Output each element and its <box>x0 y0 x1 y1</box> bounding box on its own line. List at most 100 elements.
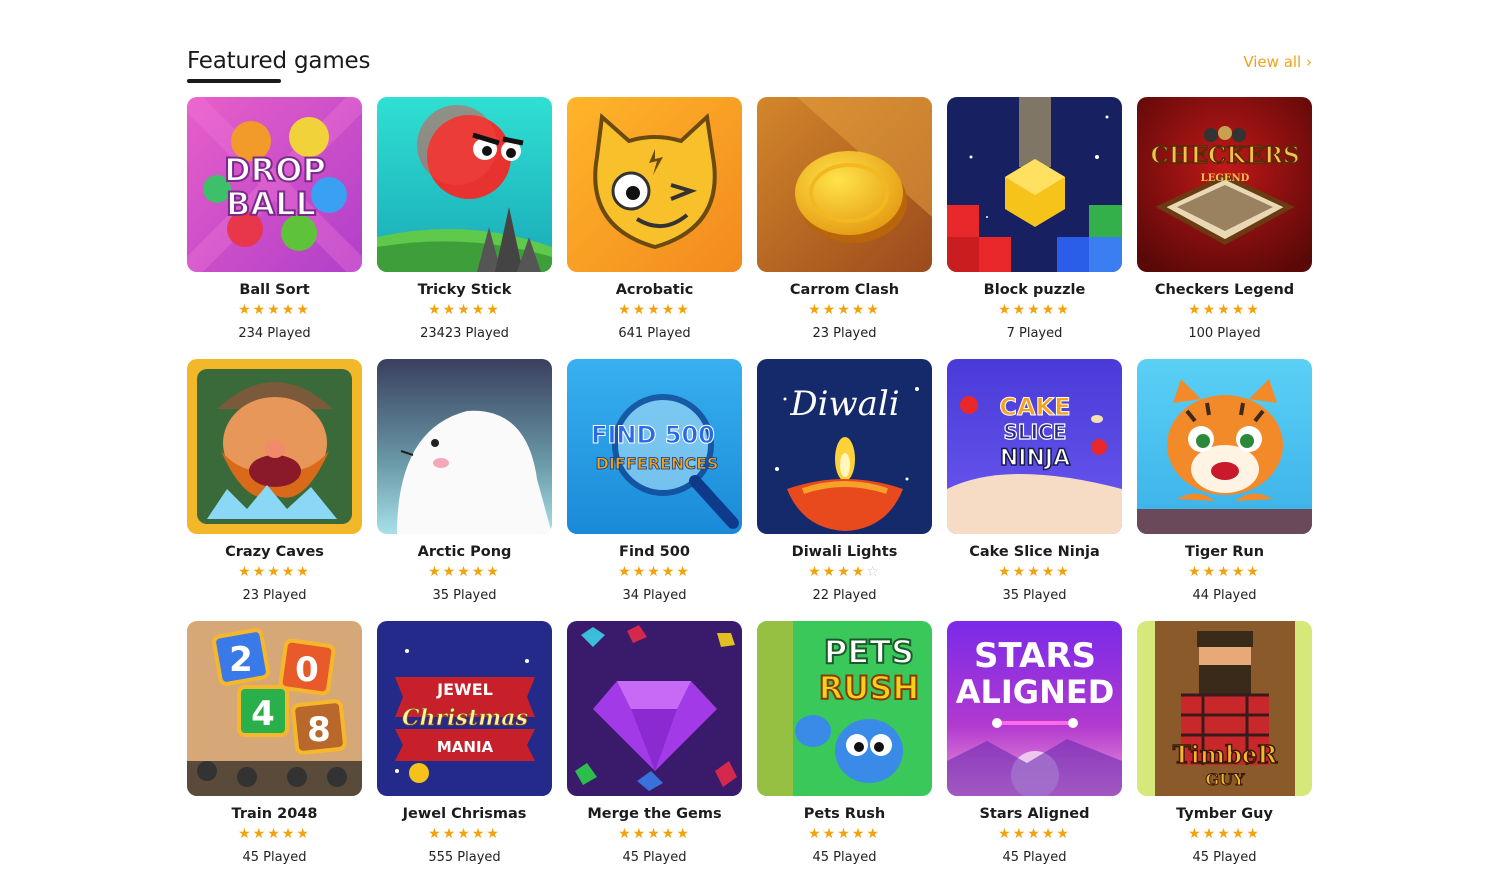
game-card-cake-slice-ninja[interactable]: CAKE SLICE NINJA Cake Slice Ninja ★★★★★ 35… <box>947 359 1122 621</box>
game-card-train-2048[interactable]: 2 0 4 8 Train 2048 ★★★★★ 45 Played <box>187 621 362 883</box>
game-thumbnail[interactable]: 2 0 4 8 <box>187 621 362 796</box>
star-filled-icon: ★ <box>1027 302 1042 318</box>
played-count: 234 Played <box>238 326 311 341</box>
game-card-crazy-caves[interactable]: Crazy Caves ★★★★★ 23 Played <box>187 359 362 621</box>
game-thumbnail[interactable]: FIND 500 DIFFERENCES <box>567 359 742 534</box>
seal-artwork <box>377 359 552 534</box>
game-title[interactable]: Tricky Stick <box>377 280 552 300</box>
played-count: 45 Played <box>242 850 307 865</box>
view-all-link[interactable]: View all › <box>1243 53 1312 71</box>
game-title[interactable]: Arctic Pong <box>377 542 552 562</box>
star-filled-icon: ★ <box>1188 826 1203 842</box>
star-filled-icon: ★ <box>866 302 881 318</box>
game-card-block-puzzle[interactable]: Block puzzle ★★★★★ 7 Played <box>947 97 1122 359</box>
game-title[interactable]: Merge the Gems <box>567 804 742 824</box>
game-card-stars-aligned[interactable]: STARS ALIGNED Stars Aligned ★★★★★ 45 Playe… <box>947 621 1122 883</box>
art-text: 4 <box>251 694 275 734</box>
game-thumbnail[interactable]: PETS RUSH <box>757 621 932 796</box>
game-title[interactable]: Tymber Guy <box>1137 804 1312 824</box>
star-rating: ★★★★★ <box>567 825 742 843</box>
played-count: 23 Played <box>812 326 877 341</box>
game-title[interactable]: Ball Sort <box>187 280 362 300</box>
game-thumbnail[interactable]: TimbeR GUY <box>1137 621 1312 796</box>
game-title[interactable]: Jewel Chrismas <box>377 804 552 824</box>
art-text: ALIGNED <box>956 673 1115 711</box>
star-filled-icon: ★ <box>851 826 867 842</box>
star-filled-icon: ★ <box>866 826 881 842</box>
game-card-arctic-pong[interactable]: Arctic Pong ★★★★★ 35 Played <box>377 359 552 621</box>
star-filled-icon: ★ <box>457 564 472 580</box>
game-card-tiger-run[interactable]: Tiger Run ★★★★★ 44 Played <box>1137 359 1312 621</box>
game-card-pets-rush[interactable]: PETS RUSH Pets Rush ★★★★★ 45 Played <box>757 621 932 883</box>
game-thumbnail[interactable]: CAKE SLICE NINJA <box>947 359 1122 534</box>
star-filled-icon: ★ <box>632 564 648 580</box>
star-filled-icon: ★ <box>998 564 1013 580</box>
star-filled-icon: ★ <box>1012 826 1028 842</box>
star-filled-icon: ★ <box>267 564 282 580</box>
game-title[interactable]: Diwali Lights <box>757 542 932 562</box>
game-thumbnail[interactable]: JEWEL Christmas MANIA <box>377 621 552 796</box>
star-filled-icon: ★ <box>471 564 487 580</box>
game-card-ball-sort[interactable]: DROP BALL Ball Sort ★★★★★ 234 Played <box>187 97 362 359</box>
star-filled-icon: ★ <box>252 564 268 580</box>
game-thumbnail[interactable] <box>1137 359 1312 534</box>
featured-games-section: Featured games View all › DROP BALL Ball … <box>187 0 1312 883</box>
star-rating: ★★★★★ <box>1137 563 1312 581</box>
game-thumbnail[interactable]: CHECKERS LEGEND <box>1137 97 1312 272</box>
star-rating: ★★★★★ <box>377 301 552 319</box>
game-thumbnail[interactable] <box>377 359 552 534</box>
star-filled-icon: ★ <box>808 302 823 318</box>
game-card-carrom-clash[interactable]: Carrom Clash ★★★★★ 23 Played <box>757 97 932 359</box>
art-text: CAKE <box>999 393 1070 421</box>
game-title[interactable]: Crazy Caves <box>187 542 362 562</box>
star-filled-icon: ★ <box>296 826 311 842</box>
art-text: MANIA <box>437 738 494 756</box>
game-card-tricky-stick[interactable]: Tricky Stick ★★★★★ 23423 Played <box>377 97 552 359</box>
star-filled-icon: ★ <box>647 564 662 580</box>
star-rating: ★★★★★ <box>567 301 742 319</box>
art-text: 8 <box>307 710 331 750</box>
game-title[interactable]: Pets Rush <box>757 804 932 824</box>
game-card-find-500[interactable]: FIND 500 DIFFERENCES Find 500 ★★★★★ 34 Play… <box>567 359 742 621</box>
game-card-jewel-chrismas[interactable]: JEWEL Christmas MANIA Jewel Chrismas ★★★★… <box>377 621 552 883</box>
art-text: FIND 500 <box>591 421 715 449</box>
game-title[interactable]: Cake Slice Ninja <box>947 542 1122 562</box>
game-thumbnail[interactable]: DROP BALL <box>187 97 362 272</box>
played-count: 23 Played <box>242 588 307 603</box>
game-thumbnail[interactable]: STARS ALIGNED <box>947 621 1122 796</box>
played-count: 45 Played <box>812 850 877 865</box>
played-count: 35 Played <box>1002 588 1067 603</box>
game-title[interactable]: Stars Aligned <box>947 804 1122 824</box>
game-title[interactable]: Checkers Legend <box>1137 280 1312 300</box>
game-thumbnail[interactable] <box>567 621 742 796</box>
star-filled-icon: ★ <box>281 302 297 318</box>
played-count: 34 Played <box>622 588 687 603</box>
game-title[interactable]: Find 500 <box>567 542 742 562</box>
train-artwork: 2 0 4 8 <box>187 621 362 796</box>
game-card-merge-the-gems[interactable]: Merge the Gems ★★★★★ 45 Played <box>567 621 742 883</box>
blocks-artwork <box>947 97 1122 272</box>
star-filled-icon: ★ <box>296 302 311 318</box>
game-thumbnail[interactable] <box>377 97 552 272</box>
game-card-diwali-lights[interactable]: Diwali Diwali Lights ★★★★☆ 22 Played <box>757 359 932 621</box>
star-rating: ★★★★☆ <box>757 563 932 581</box>
game-card-checkers-legend[interactable]: CHECKERS LEGEND Checkers Legend ★★★★★ 100 … <box>1137 97 1312 359</box>
played-count: 641 Played <box>618 326 691 341</box>
game-thumbnail[interactable] <box>567 97 742 272</box>
game-thumbnail[interactable] <box>757 97 932 272</box>
game-thumbnail[interactable]: Diwali <box>757 359 932 534</box>
star-rating: ★★★★★ <box>187 825 362 843</box>
game-thumbnail[interactable] <box>187 359 362 534</box>
game-title[interactable]: Train 2048 <box>187 804 362 824</box>
game-title[interactable]: Carrom Clash <box>757 280 932 300</box>
game-card-acrobatic[interactable]: Acrobatic ★★★★★ 641 Played <box>567 97 742 359</box>
game-title[interactable]: Block puzzle <box>947 280 1122 300</box>
game-thumbnail[interactable] <box>947 97 1122 272</box>
game-title[interactable]: Acrobatic <box>567 280 742 300</box>
game-title[interactable]: Tiger Run <box>1137 542 1312 562</box>
miner-artwork <box>187 359 362 534</box>
star-rating: ★★★★★ <box>377 825 552 843</box>
star-filled-icon: ★ <box>442 826 458 842</box>
star-filled-icon: ★ <box>808 564 823 580</box>
game-card-tymber-guy[interactable]: TimbeR GUY Tymber Guy ★★★★★ 45 Played <box>1137 621 1312 883</box>
